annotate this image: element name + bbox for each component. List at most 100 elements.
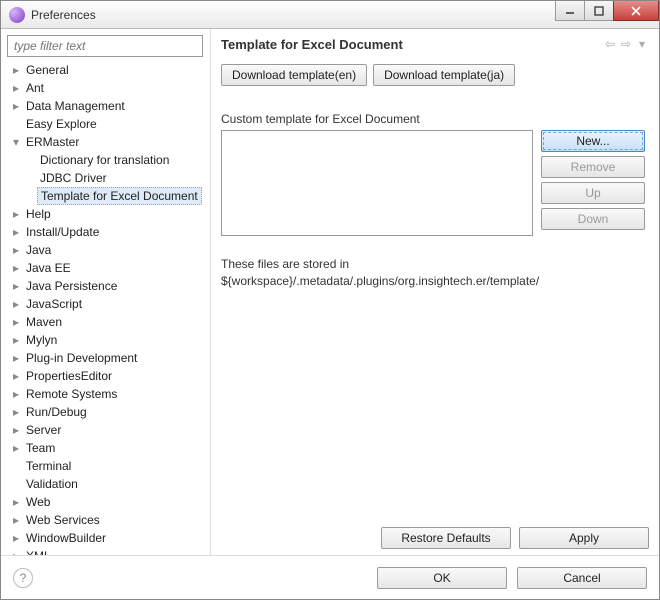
custom-template-label: Custom template for Excel Document (221, 112, 649, 126)
chevron-right-icon[interactable]: ▸ (9, 441, 23, 455)
tree-item-label: JDBC Driver (37, 170, 110, 186)
chevron-right-icon[interactable]: ▸ (9, 351, 23, 365)
chevron-right-icon[interactable]: ▸ (9, 81, 23, 95)
tree-item-java-ee[interactable]: ▸Java EE (7, 259, 206, 277)
tree-item-xml[interactable]: ▸XML (7, 547, 206, 555)
tree-item-server[interactable]: ▸Server (7, 421, 206, 439)
chevron-right-icon[interactable]: ▸ (9, 225, 23, 239)
tree-item-web[interactable]: ▸Web (7, 493, 206, 511)
tree-item-label: Java EE (23, 260, 74, 276)
tree-item-web-services[interactable]: ▸Web Services (7, 511, 206, 529)
tree-item-remote-systems[interactable]: ▸Remote Systems (7, 385, 206, 403)
tree-item-label: Maven (23, 314, 65, 330)
chevron-right-icon[interactable]: ▸ (9, 333, 23, 347)
tree-item-maven[interactable]: ▸Maven (7, 313, 206, 331)
chevron-down-icon[interactable]: ▾ (9, 135, 23, 149)
tree-item-label: Install/Update (23, 224, 102, 240)
chevron-right-icon[interactable]: ▸ (9, 531, 23, 545)
tree-item-label: Remote Systems (23, 386, 120, 402)
tree-item-label: Run/Debug (23, 404, 90, 420)
tree-item-label: Plug-in Development (23, 350, 140, 366)
tree-item-label: Help (23, 206, 54, 222)
tree-item-run-debug[interactable]: ▸Run/Debug (7, 403, 206, 421)
window-controls (556, 1, 659, 28)
page-title: Template for Excel Document (221, 37, 603, 52)
forward-icon[interactable]: ⇨ (619, 37, 633, 51)
tree-item-ant[interactable]: ▸Ant (7, 79, 206, 97)
tree-item-general[interactable]: ▸General (7, 61, 206, 79)
tree-item-label: Easy Explore (23, 116, 100, 132)
new-button[interactable]: New... (541, 130, 645, 152)
tree-item-easy-explore[interactable]: ▸Easy Explore (7, 115, 206, 133)
tree-item-label: PropertiesEditor (23, 368, 115, 384)
tree-item-label: Web (23, 494, 53, 510)
chevron-right-icon[interactable]: ▸ (9, 279, 23, 293)
tree-pane: ▸General▸Ant▸Data Management▸Easy Explor… (1, 29, 211, 555)
tree-item-mylyn[interactable]: ▸Mylyn (7, 331, 206, 349)
window-title: Preferences (31, 8, 556, 22)
tree-item-label: Terminal (23, 458, 74, 474)
chevron-right-icon[interactable]: ▸ (9, 495, 23, 509)
tree-item-install-update[interactable]: ▸Install/Update (7, 223, 206, 241)
tree-item-template-for-excel-document[interactable]: ▸Template for Excel Document (7, 187, 206, 205)
close-button[interactable] (613, 1, 659, 21)
chevron-right-icon[interactable]: ▸ (9, 315, 23, 329)
ok-button[interactable]: OK (377, 567, 507, 589)
remove-button[interactable]: Remove (541, 156, 645, 178)
tree-item-java-persistence[interactable]: ▸Java Persistence (7, 277, 206, 295)
preferences-tree[interactable]: ▸General▸Ant▸Data Management▸Easy Explor… (7, 61, 206, 555)
minimize-button[interactable] (555, 1, 585, 21)
dialog-footer: ? OK Cancel (1, 555, 659, 599)
download-ja-button[interactable]: Download template(ja) (373, 64, 515, 86)
download-en-button[interactable]: Download template(en) (221, 64, 367, 86)
template-list[interactable] (221, 130, 533, 236)
tree-item-label: Java (23, 242, 54, 258)
tree-item-label: ERMaster (23, 134, 82, 150)
page-toolbar: ⇦ ⇨ ▾ (603, 37, 649, 51)
help-icon[interactable]: ? (13, 568, 33, 588)
tree-item-jdbc-driver[interactable]: ▸JDBC Driver (7, 169, 206, 187)
chevron-right-icon[interactable]: ▸ (9, 207, 23, 221)
chevron-right-icon[interactable]: ▸ (9, 387, 23, 401)
apply-button[interactable]: Apply (519, 527, 649, 549)
tree-item-label: Server (23, 422, 64, 438)
tree-item-dictionary-for-translation[interactable]: ▸Dictionary for translation (7, 151, 206, 169)
tree-item-label: Data Management (23, 98, 128, 114)
filter-input[interactable] (7, 35, 203, 57)
titlebar: Preferences (1, 1, 659, 29)
chevron-right-icon[interactable]: ▸ (9, 369, 23, 383)
tree-item-label: Template for Excel Document (37, 187, 202, 205)
back-icon[interactable]: ⇦ (603, 37, 617, 51)
cancel-button[interactable]: Cancel (517, 567, 647, 589)
chevron-right-icon[interactable]: ▸ (9, 549, 23, 555)
tree-item-label: Dictionary for translation (37, 152, 172, 168)
up-button[interactable]: Up (541, 182, 645, 204)
chevron-right-icon[interactable]: ▸ (9, 261, 23, 275)
menu-icon[interactable]: ▾ (635, 37, 649, 51)
tree-item-team[interactable]: ▸Team (7, 439, 206, 457)
tree-item-terminal[interactable]: ▸Terminal (7, 457, 206, 475)
maximize-button[interactable] (584, 1, 614, 21)
chevron-right-icon[interactable]: ▸ (9, 243, 23, 257)
chevron-right-icon[interactable]: ▸ (9, 99, 23, 113)
tree-item-label: Ant (23, 80, 47, 96)
chevron-right-icon[interactable]: ▸ (9, 297, 23, 311)
tree-item-ermaster[interactable]: ▾ERMaster (7, 133, 206, 151)
tree-item-propertieseditor[interactable]: ▸PropertiesEditor (7, 367, 206, 385)
restore-defaults-button[interactable]: Restore Defaults (381, 527, 511, 549)
tree-item-data-management[interactable]: ▸Data Management (7, 97, 206, 115)
tree-item-windowbuilder[interactable]: ▸WindowBuilder (7, 529, 206, 547)
down-button[interactable]: Down (541, 208, 645, 230)
tree-item-javascript[interactable]: ▸JavaScript (7, 295, 206, 313)
chevron-right-icon[interactable]: ▸ (9, 513, 23, 527)
tree-item-java[interactable]: ▸Java (7, 241, 206, 259)
chevron-right-icon[interactable]: ▸ (9, 63, 23, 77)
chevron-right-icon[interactable]: ▸ (9, 405, 23, 419)
chevron-right-icon[interactable]: ▸ (9, 423, 23, 437)
tree-item-validation[interactable]: ▸Validation (7, 475, 206, 493)
tree-item-help[interactable]: ▸Help (7, 205, 206, 223)
tree-item-label: JavaScript (23, 296, 85, 312)
tree-item-label: Java Persistence (23, 278, 120, 294)
tree-item-label: Team (23, 440, 58, 456)
tree-item-plug-in-development[interactable]: ▸Plug-in Development (7, 349, 206, 367)
